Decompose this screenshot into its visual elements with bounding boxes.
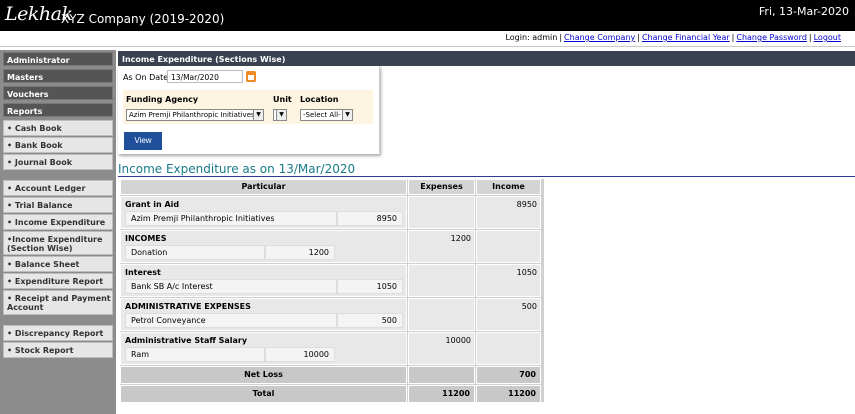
item-amount: 1050 [337, 279, 403, 294]
group-expenses: 1200 [450, 234, 471, 243]
as-on-date-input[interactable]: 13/Mar/2020 [167, 70, 243, 83]
sidebar-item-cash-book[interactable]: • Cash Book [3, 120, 113, 136]
filter-row: Funding Agency Unit Location Azim Premji… [123, 90, 373, 124]
expenses-cell [408, 264, 475, 297]
net-loss-expenses [408, 366, 475, 384]
total-label: Total [120, 385, 407, 403]
filter-panel: As On Date 13/Mar/2020 Funding Agency Un… [118, 66, 380, 154]
sidebar-item-discrepancy-report[interactable]: • Discrepancy Report [3, 325, 113, 341]
item-amount: 8950 [337, 211, 403, 226]
total-expenses: 11200 [408, 385, 475, 403]
group-income: 1050 [516, 268, 537, 277]
location-value: -Select All- [303, 111, 341, 119]
income-cell [476, 230, 541, 263]
sidebar-item-receipt-payment[interactable]: • Receipt and Payment Account [3, 290, 113, 315]
item-amount: 10000 [265, 347, 335, 362]
item-name: Bank SB A/c Interest [125, 279, 337, 294]
group-name: Grant in Aid [125, 200, 180, 209]
current-date: Fri, 13-Mar-2020 [758, 5, 849, 18]
unit-select[interactable]: ▼ [273, 109, 287, 121]
sidebar-item-expenditure-report[interactable]: • Expenditure Report [3, 273, 113, 289]
net-loss-label: Net Loss [120, 366, 407, 384]
section-title: Income Expenditure (Sections Wise) [118, 51, 855, 66]
sidebar-head-administrator[interactable]: Administrator [3, 52, 113, 66]
logout-link[interactable]: Logout [814, 33, 841, 42]
funding-agency-value: Azim Premji Philanthropic Initiatives [129, 111, 255, 119]
group-name: ADMINISTRATIVE EXPENSES [125, 302, 251, 311]
col-header-expenses: Expenses [408, 179, 475, 195]
chevron-down-icon: ▼ [342, 110, 352, 120]
sidebar-item-balance-sheet[interactable]: • Balance Sheet [3, 256, 113, 272]
chevron-down-icon: ▼ [276, 110, 286, 120]
group-name: Administrative Staff Salary [125, 336, 248, 345]
group-expenses: 10000 [445, 336, 471, 345]
net-loss-income: 700 [476, 366, 541, 384]
funding-agency-select[interactable]: Azim Premji Philanthropic Initiatives ▼ [126, 109, 264, 121]
item-name: Azim Premji Philanthropic Initiatives [125, 211, 337, 226]
expenses-cell [408, 298, 475, 331]
login-bar: Login: admin | Change Company | Change Finan… [0, 31, 855, 47]
location-select[interactable]: -Select All- ▼ [300, 109, 353, 121]
sidebar-head-vouchers[interactable]: Vouchers [3, 86, 113, 100]
sidebar-item-trial-balance[interactable]: • Trial Balance [3, 197, 113, 213]
sidebar-item-journal-book[interactable]: • Journal Book [3, 154, 113, 170]
col-header-particular: Particular [120, 179, 407, 195]
group-name: Interest [125, 268, 161, 277]
group-income: 8950 [516, 200, 537, 209]
group-income: 500 [521, 302, 537, 311]
item-amount: 500 [337, 313, 403, 328]
funding-agency-label: Funding Agency [126, 95, 199, 104]
location-label: Location [300, 95, 339, 104]
change-password-link[interactable]: Change Password [736, 33, 807, 42]
col-header-income: Income [476, 179, 541, 195]
sidebar-head-masters[interactable]: Masters [3, 69, 113, 83]
sidebar-item-account-ledger[interactable]: • Account Ledger [3, 180, 113, 196]
sidebar-item-bank-book[interactable]: • Bank Book [3, 137, 113, 153]
as-on-date-label: As On Date [123, 73, 169, 82]
item-amount: 1200 [265, 245, 335, 260]
top-bar: Lekhak XYZ Company (2019-2020) Fri, 13-M… [0, 0, 855, 31]
main-content: Income Expenditure (Sections Wise) As On… [116, 50, 855, 414]
sidebar-item-income-expenditure-section-wise[interactable]: •Income Expenditure (Section Wise) [3, 231, 113, 255]
view-button[interactable]: View [124, 132, 162, 150]
unit-label: Unit [273, 95, 292, 104]
expenses-cell [408, 196, 475, 229]
report-title: Income Expenditure as on 13/Mar/2020 [118, 162, 356, 176]
chevron-down-icon: ▼ [253, 110, 263, 120]
item-name: Donation [125, 245, 265, 260]
sidebar-item-stock-report[interactable]: • Stock Report [3, 342, 113, 358]
item-name: Ram [125, 347, 265, 362]
report-table: Particular Expenses Income Grant in Aid … [120, 179, 544, 403]
login-user: Login: admin [505, 33, 558, 42]
group-name: INCOMES [125, 234, 167, 243]
item-name: Petrol Conveyance [125, 313, 337, 328]
calendar-icon[interactable] [246, 71, 256, 82]
change-financial-year-link[interactable]: Change Financial Year [642, 33, 730, 42]
company-name: XYZ Company (2019-2020) [61, 12, 225, 26]
change-company-link[interactable]: Change Company [564, 33, 635, 42]
income-cell [476, 332, 541, 365]
sidebar: Administrator Masters Vouchers Reports •… [0, 50, 116, 414]
total-income: 11200 [476, 385, 541, 403]
title-divider [118, 176, 855, 177]
sidebar-head-reports[interactable]: Reports [3, 103, 113, 117]
sidebar-item-income-expenditure[interactable]: • Income Expenditure [3, 214, 113, 230]
